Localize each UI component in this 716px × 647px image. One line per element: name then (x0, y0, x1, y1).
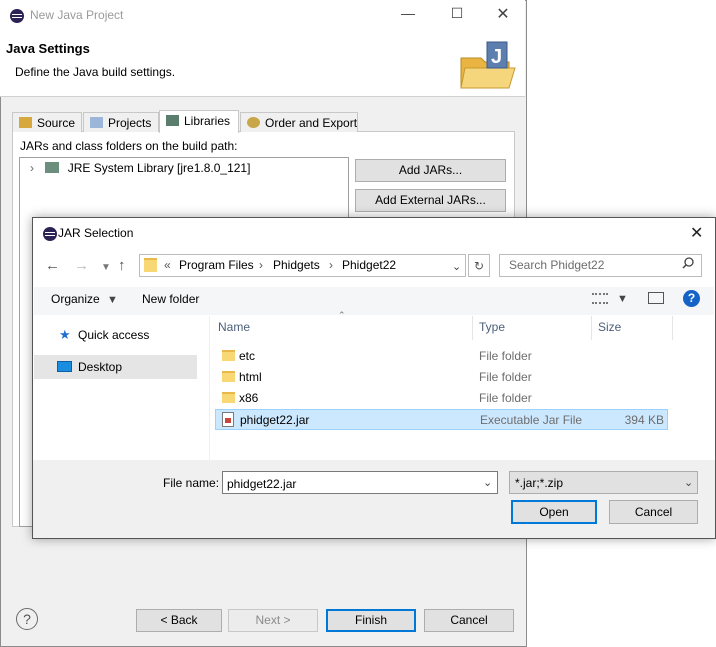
eclipse-icon (43, 227, 57, 241)
breadcrumb-item[interactable]: Phidgets (273, 258, 320, 272)
folder-icon (222, 392, 235, 403)
column-header-name[interactable]: Name (218, 320, 250, 334)
add-external-jars-button[interactable]: Add External JARs... (355, 189, 506, 212)
jar-file-icon (222, 412, 234, 427)
pane-divider[interactable] (209, 316, 210, 460)
order-icon (247, 117, 260, 128)
address-dropdown-icon[interactable]: ⌄ (452, 260, 461, 273)
file-name: x86 (239, 391, 259, 405)
svg-text:J: J (491, 46, 502, 68)
breadcrumb-separator-icon: › (259, 258, 263, 272)
tab-source[interactable]: Source (12, 112, 82, 132)
tab-projects[interactable]: Projects (83, 112, 159, 132)
new-folder-button[interactable]: New folder (142, 292, 199, 306)
file-name: etc (239, 349, 256, 363)
build-path-label: JARs and class folders on the build path… (20, 139, 238, 153)
tab-label: Projects (108, 116, 152, 130)
dialog-toolbar (34, 287, 714, 315)
file-row[interactable]: etc File folder (215, 346, 668, 367)
libraries-icon (166, 115, 179, 126)
tab-label: Source (37, 116, 76, 130)
star-icon: ★ (59, 327, 71, 342)
file-type: File folder (479, 391, 532, 405)
file-row[interactable]: x86 File folder (215, 388, 668, 409)
dialog-title: JAR Selection (58, 226, 134, 240)
source-icon (19, 117, 32, 128)
back-window-title: New Java Project (30, 8, 124, 22)
chevron-down-icon: ▼ (107, 294, 118, 306)
projects-icon (90, 117, 103, 128)
help-icon[interactable]: ? (683, 290, 700, 307)
add-jars-button[interactable]: Add JARs... (355, 159, 506, 182)
wizard-cancel-button[interactable]: Cancel (424, 609, 514, 632)
file-type-chevron-icon: ⌄ (684, 477, 694, 489)
next-button[interactable]: Next > (228, 609, 318, 632)
back-arrow-icon[interactable]: ← (45, 257, 60, 274)
nav-item-quick-access[interactable]: Quick access (78, 328, 149, 342)
file-type: File folder (479, 370, 532, 384)
open-button[interactable]: Open (511, 500, 597, 524)
breadcrumb-overflow[interactable]: « (164, 258, 171, 272)
expand-chevron-icon[interactable]: › (30, 161, 34, 175)
view-options-icon[interactable] (592, 293, 608, 304)
forward-arrow-icon[interactable]: → (74, 257, 89, 274)
back-button[interactable]: < Back (136, 609, 222, 632)
column-header-type[interactable]: Type (479, 320, 505, 334)
file-type-value: *.jar;*.zip (515, 476, 564, 490)
help-icon[interactable]: ? (16, 608, 38, 630)
folder-icon (144, 258, 157, 272)
file-name-value: phidget22.jar (227, 477, 297, 491)
file-type: Executable Jar File (480, 413, 583, 427)
tab-label: Order and Export (265, 116, 358, 130)
breadcrumb-item[interactable]: Program Files (179, 258, 254, 272)
file-name: html (239, 370, 262, 384)
file-row[interactable]: html File folder (215, 367, 668, 388)
java-wizard-banner-icon: J (457, 40, 519, 92)
preview-pane-icon[interactable] (648, 292, 664, 304)
desktop-icon (57, 361, 72, 372)
wizard-page-title: Java Settings (6, 41, 90, 56)
breadcrumb-item[interactable]: Phidget22 (342, 258, 396, 272)
tab-order-and-export[interactable]: Order and Export (240, 112, 358, 132)
nav-item-label: Desktop (78, 360, 123, 374)
column-divider[interactable] (591, 316, 592, 340)
finish-button[interactable]: Finish (326, 609, 416, 632)
up-arrow-icon[interactable]: ↑ (118, 257, 126, 274)
file-size: 394 KB (624, 413, 664, 427)
refresh-icon[interactable]: ↻ (468, 254, 490, 277)
dialog-close-icon[interactable]: ✕ (690, 223, 703, 243)
eclipse-icon (10, 9, 24, 23)
search-icon[interactable] (682, 257, 694, 272)
file-type: File folder (479, 349, 532, 363)
recent-locations-chevron-icon[interactable]: ▼ (101, 262, 111, 273)
maximize-icon[interactable]: ☐ (445, 5, 469, 22)
view-chevron-icon[interactable]: ▼ (617, 293, 628, 305)
file-name: phidget22.jar (240, 413, 310, 427)
column-divider[interactable] (672, 316, 673, 340)
organize-label: Organize (51, 292, 100, 306)
search-placeholder: Search Phidget22 (509, 258, 605, 272)
file-name-label: File name: (163, 476, 220, 490)
wizard-page-description: Define the Java build settings. (15, 65, 176, 79)
tab-label: Libraries (184, 114, 231, 128)
folder-icon (222, 350, 235, 361)
tab-libraries[interactable]: Libraries (159, 110, 239, 133)
breadcrumb-separator-icon: › (329, 258, 333, 272)
cancel-button[interactable]: Cancel (609, 500, 698, 524)
tree-item-jre-library[interactable]: › JRE System Library [jre1.8.0_121] (30, 161, 250, 175)
library-item-label: JRE System Library [jre1.8.0_121] (67, 161, 251, 175)
minimize-icon[interactable]: — (396, 5, 420, 21)
folder-icon (222, 371, 235, 382)
column-header-size[interactable]: Size (598, 320, 621, 334)
sort-ascending-icon: ⌃ (338, 310, 346, 320)
close-icon[interactable]: ✕ (491, 4, 515, 24)
column-divider[interactable] (472, 316, 473, 340)
file-row-selected[interactable]: phidget22.jar Executable Jar File 394 KB (215, 409, 668, 430)
organize-button[interactable]: Organize ▼ (51, 292, 118, 306)
file-name-dropdown-icon[interactable]: ⌄ (483, 476, 492, 489)
library-icon (45, 162, 60, 173)
